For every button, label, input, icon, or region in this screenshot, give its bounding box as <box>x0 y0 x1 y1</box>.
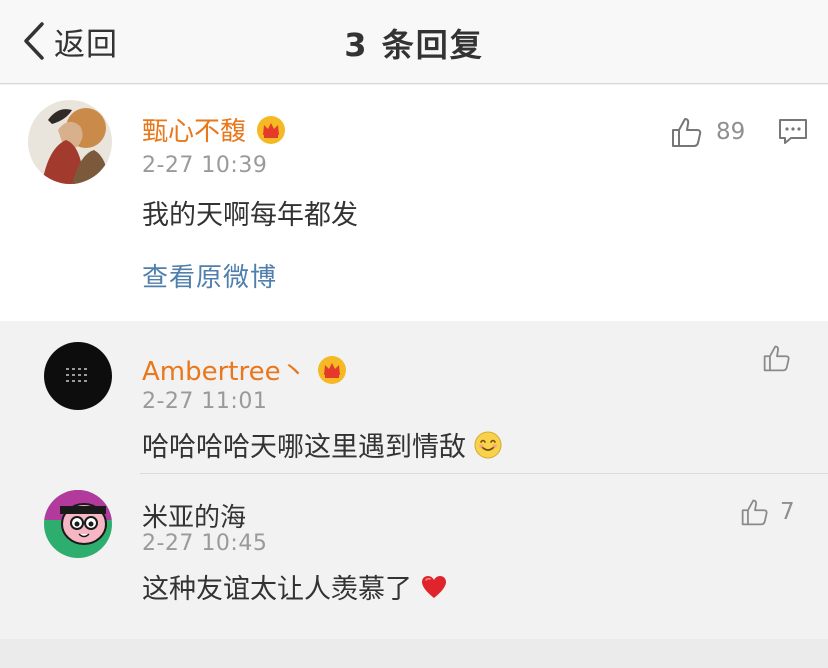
vip-crown-icon <box>317 355 346 384</box>
like-button[interactable] <box>762 343 792 373</box>
avatar[interactable] <box>44 490 112 558</box>
username-text: Ambertree丶 <box>142 357 307 387</box>
avatar[interactable] <box>28 100 112 184</box>
smiling-face-icon <box>474 431 502 458</box>
main-comment: 甄心不馥 2-27 10:39 我的天啊每年都发 89 查看原微博 <box>0 85 828 321</box>
reply-text-content: 哈哈哈哈天哪这里遇到情敌 <box>142 432 466 463</box>
thumbs-up-icon <box>763 345 790 372</box>
like-button[interactable]: 89 <box>670 115 745 149</box>
reply-button[interactable] <box>778 117 808 151</box>
like-button[interactable]: 7 <box>740 497 795 527</box>
avatar[interactable] <box>44 342 112 410</box>
reply-text-content: 这种友谊太让人羡慕了 <box>142 574 412 605</box>
reply-list: Ambertree丶 2-27 11:01 哈哈哈哈天哪这里遇到情敌 米亚的海 … <box>0 321 828 639</box>
red-heart-icon <box>422 575 446 598</box>
comment-text: 我的天啊每年都发 <box>142 200 358 231</box>
reply-text: 哈哈哈哈天哪这里遇到情敌 <box>142 425 502 464</box>
username-text: 米亚的海 <box>142 503 247 533</box>
nav-bar: 返回 3 条回复 <box>0 0 828 84</box>
username[interactable]: 米亚的海 <box>142 497 246 534</box>
page-title: 3 条回复 <box>344 26 484 64</box>
reply-text: 这种友谊太让人羡慕了 <box>142 567 448 606</box>
vip-crown-icon <box>257 115 286 144</box>
like-count: 7 <box>780 499 795 525</box>
thumbs-up-icon <box>672 118 702 147</box>
thumbs-up-icon <box>741 499 768 526</box>
comment-time: 2-27 10:39 <box>142 153 268 178</box>
username-text: 甄心不馥 <box>142 117 247 147</box>
view-original-link[interactable]: 查看原微博 <box>142 257 277 294</box>
username[interactable]: 甄心不馥 <box>142 111 286 148</box>
bottom-spacer <box>0 639 828 668</box>
reply-time: 2-27 10:45 <box>142 531 268 556</box>
username[interactable]: Ambertree丶 <box>142 351 347 388</box>
comment-icon <box>779 119 807 144</box>
reply-time: 2-27 11:01 <box>142 389 268 414</box>
like-count: 89 <box>716 119 746 145</box>
divider <box>140 473 828 474</box>
